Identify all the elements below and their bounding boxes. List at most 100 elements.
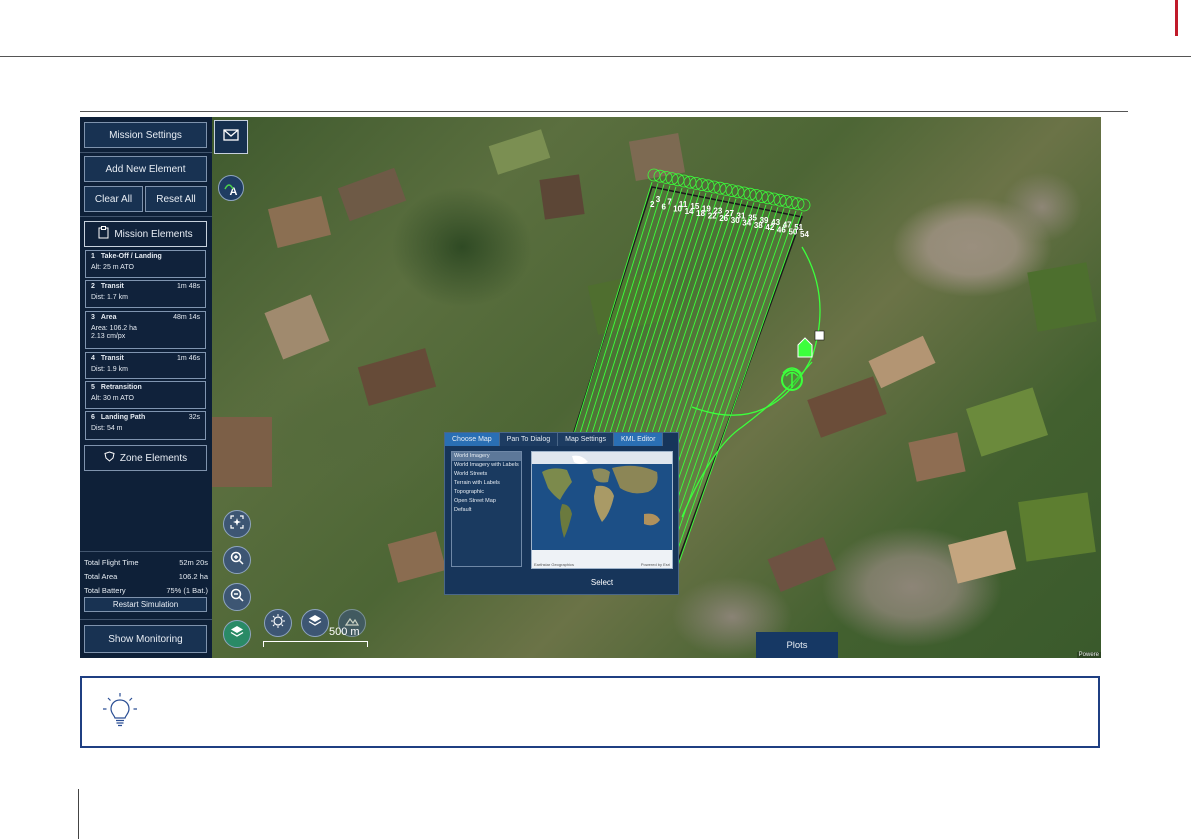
lightbulb-icon xyxy=(100,691,140,736)
reset-all-label: Reset All xyxy=(156,193,196,205)
stat-label: Total Flight Time xyxy=(84,558,139,567)
mission-element-item[interactable]: 6 Landing Path 32s Dist: 54 m xyxy=(85,411,206,440)
stat-value: 52m 20s xyxy=(179,558,208,567)
select-map-label: Select xyxy=(590,577,614,587)
map-preview: Earthstar Geographics Powered by Esri xyxy=(531,451,673,569)
preview-credit-right: Powered by Esri xyxy=(640,562,670,567)
dialog-tab[interactable]: Map Settings xyxy=(558,433,615,446)
zoom-out-icon xyxy=(230,588,244,607)
layers-icon xyxy=(230,625,244,644)
map-option-item[interactable]: World Imagery xyxy=(452,452,521,461)
clear-all-label: Clear All xyxy=(94,193,133,205)
zone-elements-button[interactable]: Zone Elements xyxy=(84,445,207,471)
mission-element-item[interactable]: 3 Area 48m 14s Area: 106.2 ha 2.13 cm/px xyxy=(85,311,206,349)
dialog-tab[interactable]: Choose Map xyxy=(445,433,500,446)
mission-element-title: Transit xyxy=(100,355,124,362)
map-option-item[interactable]: Open Street Map xyxy=(452,497,521,506)
mission-element-number: 4 xyxy=(91,355,95,362)
auto-mode-icon xyxy=(223,178,235,196)
mission-element-title-group: 5 Retransition xyxy=(91,384,142,391)
mission-element-item[interactable]: 4 Transit 1m 46s Dist: 1.9 km xyxy=(85,352,206,379)
clear-all-button[interactable]: Clear All xyxy=(84,186,143,212)
home-icon xyxy=(797,337,813,358)
stack-icon xyxy=(308,614,322,633)
shield-icon xyxy=(104,451,115,465)
restart-simulation-button[interactable]: Restart Simulation xyxy=(84,597,207,612)
sidebar-divider xyxy=(80,152,212,153)
mission-element-header: 1 Take-Off / Landing xyxy=(91,253,200,260)
map-option-item[interactable]: World Streets xyxy=(452,470,521,479)
restart-simulation-label: Restart Simulation xyxy=(112,600,179,609)
mission-element-number: 3 xyxy=(91,314,95,321)
mission-settings-label: Mission Settings xyxy=(109,129,182,141)
zoom-out-button[interactable] xyxy=(223,583,251,611)
waypoint-label: 7 xyxy=(667,197,672,206)
sidebar: Mission Settings Add New Element Clear A… xyxy=(80,117,212,658)
show-monitoring-button[interactable]: Show Monitoring xyxy=(84,625,207,653)
mission-element-header: 2 Transit 1m 48s xyxy=(91,283,200,290)
auto-mode-button[interactable]: A xyxy=(218,175,244,201)
mission-element-header: 5 Retransition xyxy=(91,384,200,391)
add-new-element-button[interactable]: Add New Element xyxy=(84,156,207,182)
layers-button[interactable] xyxy=(223,620,251,648)
map-option-item[interactable]: Terrain with Labels xyxy=(452,479,521,488)
mission-element-number: 6 xyxy=(91,414,95,421)
mission-element-detail: Dist: 1.9 km xyxy=(91,366,128,373)
dialog-tab[interactable]: Pan To Dialog xyxy=(499,433,559,446)
center-aircraft-button[interactable] xyxy=(223,510,251,538)
mission-element-detail: Dist: 1.7 km xyxy=(91,294,128,301)
map-layers-button[interactable] xyxy=(301,609,329,637)
mission-element-number: 2 xyxy=(91,283,95,290)
dialog-tab[interactable]: KML Editor xyxy=(614,433,664,446)
waypoint-label: 6 xyxy=(662,202,667,211)
show-monitoring-label: Show Monitoring xyxy=(108,633,183,645)
map-option-item[interactable]: Default xyxy=(452,506,521,515)
choose-map-dialog: Choose Map Pan To Dialog Map Settings KML E… xyxy=(444,432,679,595)
stat-label: Total Battery xyxy=(84,586,126,595)
mission-element-duration: 48m 14s xyxy=(173,314,200,321)
message-button[interactable] xyxy=(214,120,248,154)
stat-label: Total Area xyxy=(84,572,118,581)
mission-element-item[interactable]: 5 Retransition Alt: 30 m ATO xyxy=(85,381,206,409)
mission-element-title-group: 4 Transit xyxy=(91,355,124,362)
mission-settings-button[interactable]: Mission Settings xyxy=(84,122,207,148)
checkered-flag-icon xyxy=(814,330,825,341)
tip-box xyxy=(80,676,1100,748)
zoom-in-icon xyxy=(230,551,244,570)
waypoint-label: 2 xyxy=(650,200,655,209)
page-rule-footer xyxy=(78,789,79,839)
map-option-item[interactable]: Topographic xyxy=(452,488,521,497)
mission-element-header: 6 Landing Path 32s xyxy=(91,414,200,421)
zone-elements-label: Zone Elements xyxy=(119,452,188,464)
add-new-element-label: Add New Element xyxy=(105,163,186,175)
map-option-item[interactable]: World Imagery with Labels xyxy=(452,461,521,470)
mission-element-detail: Alt: 30 m ATO xyxy=(91,395,134,402)
page-rule-top xyxy=(0,56,1191,57)
page-corner-mark xyxy=(1175,0,1178,36)
plots-tab[interactable]: Plots xyxy=(756,632,838,658)
zoom-in-button[interactable] xyxy=(223,546,251,574)
map-view[interactable]: 2 3 6 7 10 11 14 15 18 19 22 23 26 27 30 31 34 35 38 39 42 43… xyxy=(212,117,1101,658)
mission-element-title: Transit xyxy=(100,283,124,290)
reset-all-button[interactable]: Reset All xyxy=(145,186,207,212)
map-attribution: Powere xyxy=(1076,652,1101,658)
world-map-preview-image xyxy=(532,452,672,568)
mission-element-title: Retransition xyxy=(100,384,142,391)
mission-element-item[interactable]: 2 Transit 1m 48s Dist: 1.7 km xyxy=(85,280,206,308)
mission-element-number: 5 xyxy=(91,384,95,391)
mission-element-title-group: 2 Transit xyxy=(91,283,124,290)
stat-row: Total Battery 75% (1 Bat.) xyxy=(84,586,208,595)
dialog-tabs: Choose Map Pan To Dialog Map Settings KML E… xyxy=(445,433,678,446)
mission-element-title: Take-Off / Landing xyxy=(100,253,162,260)
mission-element-header: 4 Transit 1m 46s xyxy=(91,355,200,362)
clipboard-icon xyxy=(98,226,109,242)
stat-value: 75% (1 Bat.) xyxy=(166,586,208,595)
mission-element-detail: Area: 106.2 ha xyxy=(91,325,137,332)
map-option-list: World Imagery World Imagery with Labels Wo… xyxy=(451,451,522,567)
mission-element-detail: Alt: 25 m ATO xyxy=(91,264,134,271)
mission-element-item[interactable]: 1 Take-Off / Landing Alt: 25 m ATO xyxy=(85,250,206,278)
mission-elements-button[interactable]: Mission Elements xyxy=(84,221,207,247)
coverage-toggle-button[interactable] xyxy=(264,609,292,637)
select-map-button[interactable]: Select xyxy=(531,575,673,589)
stat-row: Total Area 106.2 ha xyxy=(84,572,208,581)
